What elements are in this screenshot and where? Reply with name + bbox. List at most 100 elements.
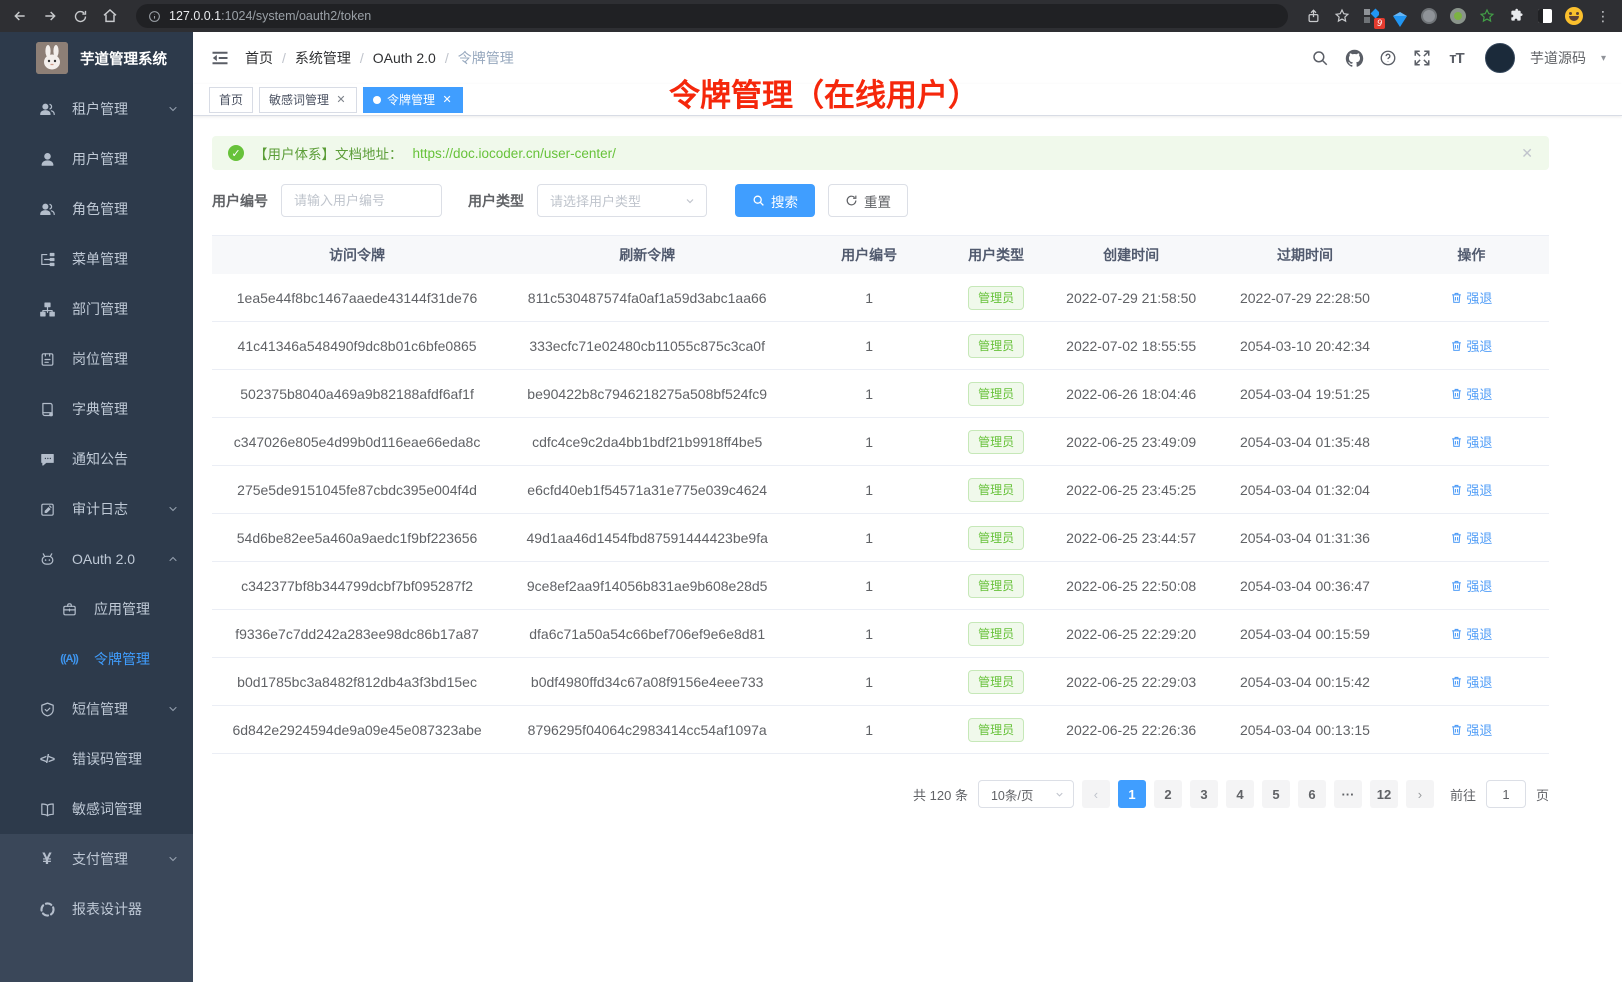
gray-circle-extension-icon[interactable] xyxy=(1420,7,1438,25)
chevron-down-icon[interactable]: ▾ xyxy=(1601,53,1606,64)
force-logout-button[interactable]: 强退 xyxy=(1450,432,1492,451)
browser-reload-icon[interactable] xyxy=(70,6,90,26)
breadcrumb-system[interactable]: 系统管理 xyxy=(295,48,351,68)
extensions-puzzle-icon[interactable] xyxy=(1507,7,1525,25)
reset-button[interactable]: 重置 xyxy=(828,184,908,217)
post-icon xyxy=(38,350,56,368)
force-logout-label: 强退 xyxy=(1466,576,1492,595)
jumper-suffix: 页 xyxy=(1536,785,1549,804)
bookmark-star-icon[interactable] xyxy=(1333,7,1351,25)
force-logout-button[interactable]: 强退 xyxy=(1450,672,1492,691)
sidebar-item-8[interactable]: 审计日志 xyxy=(0,484,193,534)
alert-doc-link[interactable]: https://doc.iocoder.cn/user-center/ xyxy=(413,146,616,161)
sidebar-item-2[interactable]: 角色管理 xyxy=(0,184,193,234)
username[interactable]: 芋道源码 xyxy=(1530,48,1586,68)
access-token-cell: b0d1785bc3a8482f812db4a3f3bd15ec xyxy=(212,674,502,690)
force-logout-button[interactable]: 强退 xyxy=(1450,384,1492,403)
force-logout-button[interactable]: 强退 xyxy=(1450,528,1492,547)
tab-2[interactable]: 令牌管理✕ xyxy=(363,87,463,113)
browser-home-icon[interactable] xyxy=(100,6,120,26)
page-button-3[interactable]: 3 xyxy=(1190,780,1218,808)
tab-capture-icon[interactable] xyxy=(1536,7,1554,25)
extension-grid-icon[interactable]: 9 xyxy=(1362,7,1380,25)
sidebar-fold-icon[interactable] xyxy=(209,47,231,69)
force-logout-button[interactable]: 强退 xyxy=(1450,480,1492,499)
operation-cell: 强退 xyxy=(1394,624,1549,643)
user-type-select[interactable]: 请选择用户类型 xyxy=(537,184,707,217)
breadcrumb-separator: / xyxy=(445,50,449,66)
prev-page-button[interactable]: ‹ xyxy=(1082,780,1110,808)
sidebar-item-3[interactable]: 菜单管理 xyxy=(0,234,193,284)
page-button-···[interactable]: ··· xyxy=(1334,780,1362,808)
breadcrumb-oauth[interactable]: OAuth 2.0 xyxy=(373,50,436,66)
profile-avatar-icon[interactable] xyxy=(1565,7,1583,25)
force-logout-button[interactable]: 强退 xyxy=(1450,336,1492,355)
address-bar[interactable]: 127.0.0.1:1024/system/oauth2/token xyxy=(136,4,1288,28)
sidebar-item-0[interactable]: 租户管理 xyxy=(0,84,193,134)
code-icon: </> xyxy=(38,750,56,768)
refresh-token-cell: b0df4980ffd34c67a08f9156e4eee733 xyxy=(502,674,792,690)
user-id-input[interactable] xyxy=(281,184,442,217)
force-logout-button[interactable]: 强退 xyxy=(1450,576,1492,595)
page-button-2[interactable]: 2 xyxy=(1154,780,1182,808)
expire-time-cell: 2022-07-29 22:28:50 xyxy=(1216,290,1394,306)
sidebar-item-9[interactable]: OAuth 2.0 xyxy=(0,534,193,584)
next-page-button[interactable]: › xyxy=(1406,780,1434,808)
green-circle-extension-icon[interactable] xyxy=(1449,7,1467,25)
browser-back-icon[interactable] xyxy=(10,6,30,26)
sidebar-item-label: 用户管理 xyxy=(72,149,179,169)
sidebar-item-13[interactable]: </>错误码管理 xyxy=(0,734,193,784)
page-button-6[interactable]: 6 xyxy=(1298,780,1326,808)
jumper-label: 前往 xyxy=(1450,785,1476,804)
fullscreen-icon[interactable] xyxy=(1413,49,1432,68)
chevron-down-icon xyxy=(684,195,696,207)
page-button-1[interactable]: 1 xyxy=(1118,780,1146,808)
browser-menu-icon[interactable]: ⋮ xyxy=(1594,7,1612,25)
force-logout-label: 强退 xyxy=(1466,528,1492,547)
font-size-icon[interactable]: тT xyxy=(1447,49,1466,68)
breadcrumb-home[interactable]: 首页 xyxy=(245,48,273,68)
sidebar-item-5[interactable]: 岗位管理 xyxy=(0,334,193,384)
browser-forward-icon[interactable] xyxy=(40,6,60,26)
alert-text: 【用户体系】文档地址： xyxy=(254,143,403,163)
page-jumper-input[interactable] xyxy=(1486,780,1526,808)
success-check-icon: ✓ xyxy=(228,145,244,161)
sidebar-item-4[interactable]: 部门管理 xyxy=(0,284,193,334)
robot-icon xyxy=(38,550,56,568)
page-size-select[interactable]: 10条/页 xyxy=(978,780,1074,808)
sidebar-item-1[interactable]: 用户管理 xyxy=(0,134,193,184)
chevron-down-icon xyxy=(167,853,179,865)
page-button-12[interactable]: 12 xyxy=(1370,780,1398,808)
sidebar-item-12[interactable]: 短信管理 xyxy=(0,684,193,734)
force-logout-button[interactable]: 强退 xyxy=(1450,624,1492,643)
user-avatar[interactable] xyxy=(1485,43,1515,73)
sidebar-item-15[interactable]: ¥支付管理 xyxy=(0,834,193,884)
search-form: 用户编号 用户类型 请选择用户类型 搜索 重置 xyxy=(212,184,1549,217)
app-logo-row[interactable]: 芋道管理系统 xyxy=(0,32,193,84)
search-button[interactable]: 搜索 xyxy=(735,184,815,217)
sidebar-item-6[interactable]: 字典管理 xyxy=(0,384,193,434)
force-logout-button[interactable]: 强退 xyxy=(1450,720,1492,739)
page-button-4[interactable]: 4 xyxy=(1226,780,1254,808)
sidebar-item-16[interactable]: 报表设计器 xyxy=(0,884,193,934)
share-icon[interactable] xyxy=(1304,7,1322,25)
sidebar-item-11[interactable]: ((A))令牌管理 xyxy=(0,634,193,684)
search-icon[interactable] xyxy=(1311,49,1330,68)
sidebar-item-10[interactable]: 应用管理 xyxy=(0,584,193,634)
sidebar-item-14[interactable]: 敏感词管理 xyxy=(0,784,193,834)
gem-icon[interactable] xyxy=(1391,7,1409,25)
force-logout-button[interactable]: 强退 xyxy=(1450,288,1492,307)
site-info-icon[interactable] xyxy=(148,10,161,23)
github-icon[interactable] xyxy=(1345,49,1364,68)
help-icon[interactable] xyxy=(1379,49,1398,68)
tab-0[interactable]: 首页 xyxy=(209,87,253,113)
tab-1[interactable]: 敏感词管理✕ xyxy=(259,87,357,113)
alert-close-icon[interactable]: ✕ xyxy=(1521,145,1533,162)
page-button-5[interactable]: 5 xyxy=(1262,780,1290,808)
success-alert: ✓ 【用户体系】文档地址： https://doc.iocoder.cn/use… xyxy=(212,136,1549,170)
sidebar-item-7[interactable]: 通知公告 xyxy=(0,434,193,484)
green-star-extension-icon[interactable] xyxy=(1478,7,1496,25)
tab-close-icon[interactable]: ✕ xyxy=(441,93,453,106)
created-time-cell: 2022-06-25 23:49:09 xyxy=(1046,434,1216,450)
tab-close-icon[interactable]: ✕ xyxy=(335,93,347,106)
